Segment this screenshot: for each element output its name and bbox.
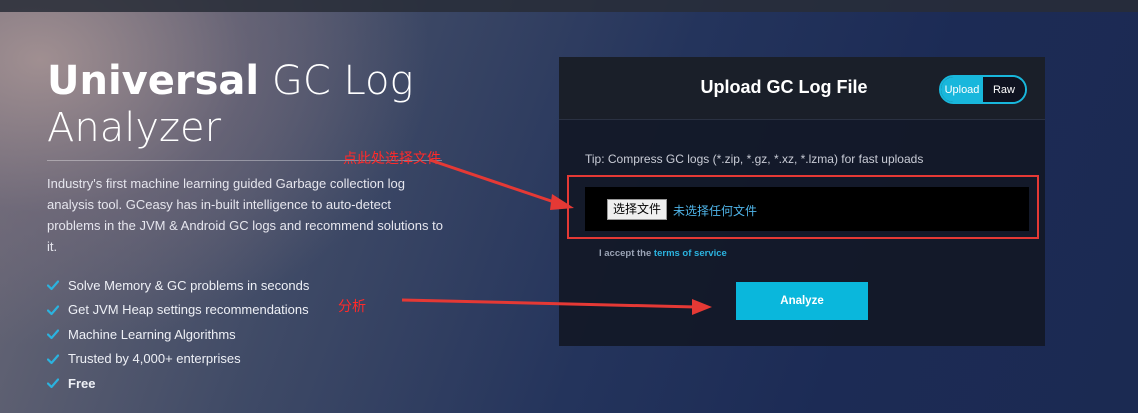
arrow-to-file-input <box>429 158 574 210</box>
annotation-arrows <box>401 158 712 315</box>
arrow-to-analyze <box>401 298 712 315</box>
